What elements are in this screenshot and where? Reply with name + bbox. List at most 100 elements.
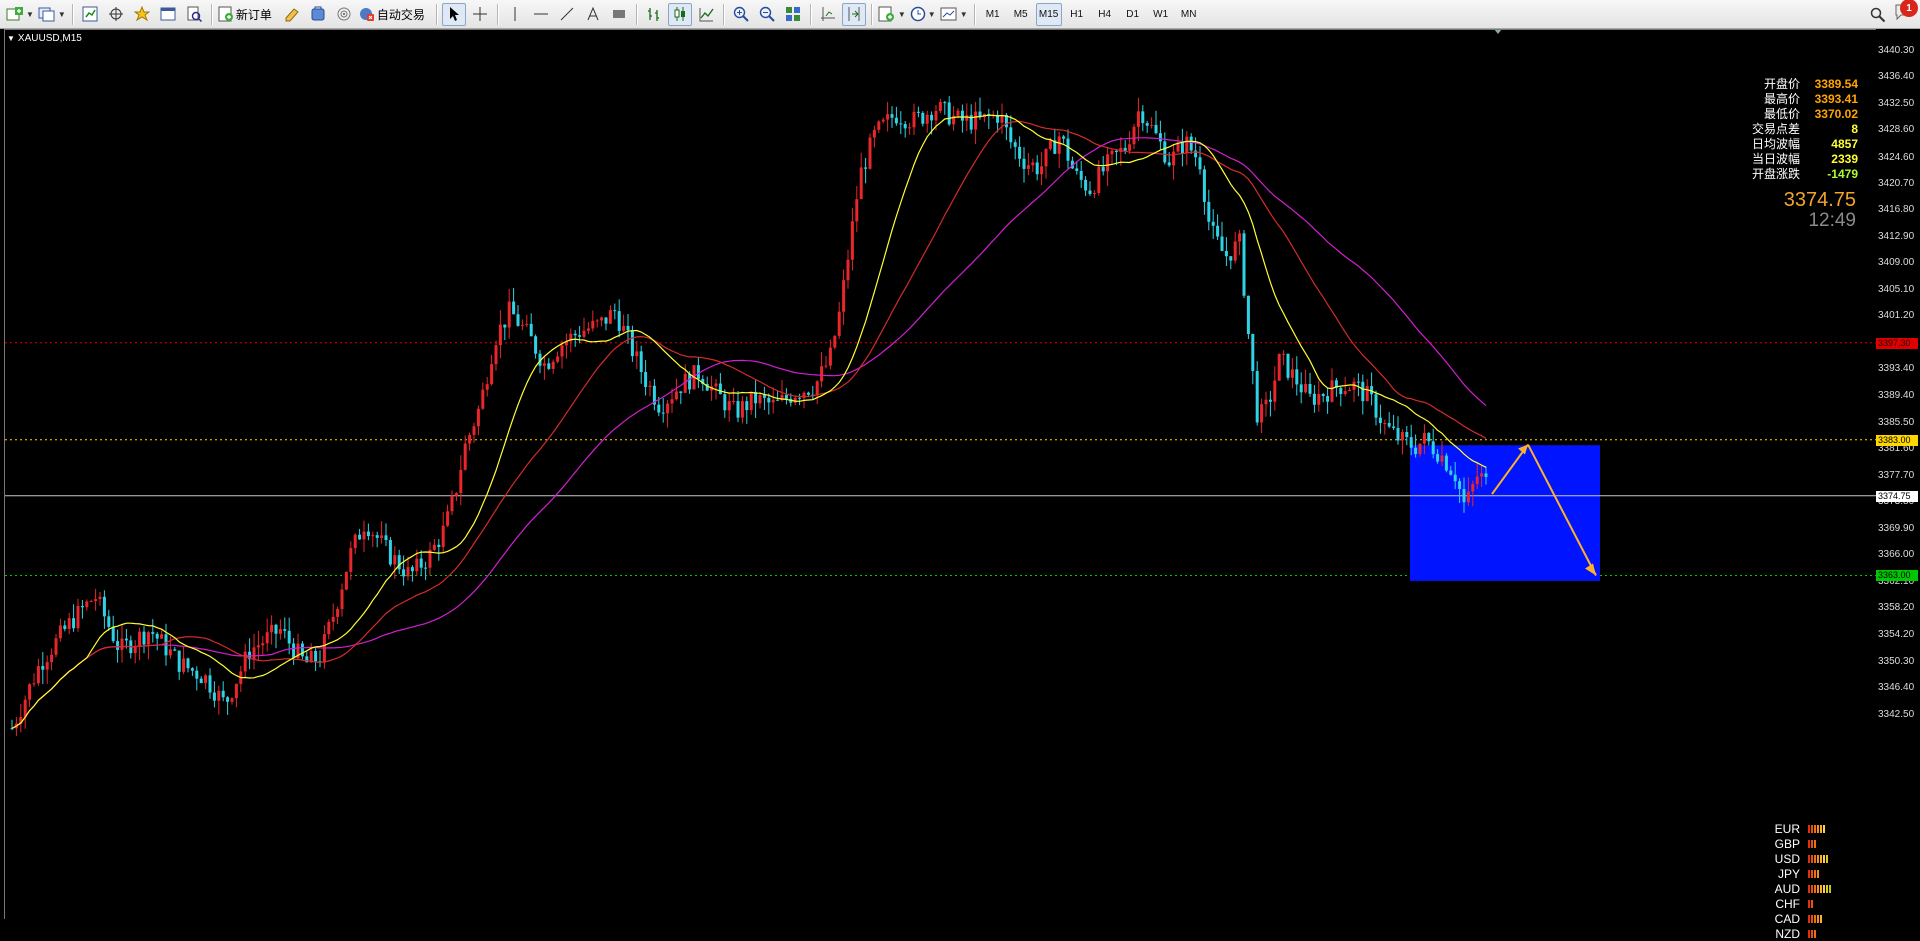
strength-bars xyxy=(1808,899,1813,908)
price-axis-label: 3412.90 xyxy=(1878,230,1915,242)
info-value: 3370.02 xyxy=(1814,107,1858,121)
timeframe-h1-button[interactable]: H1 xyxy=(1064,3,1090,26)
label-tool-button[interactable] xyxy=(607,3,631,26)
currency-strength-row: EUR xyxy=(1755,821,1875,836)
notifications-button[interactable]: 1 xyxy=(1894,0,1918,26)
bar-chart-icon xyxy=(647,8,659,21)
new-order-button[interactable]: 新订单 xyxy=(217,3,278,26)
price-axis-label: 3416.80 xyxy=(1878,204,1915,216)
signals-button[interactable] xyxy=(332,3,356,26)
new-chart-button[interactable]: ▼ xyxy=(5,3,35,26)
info-row: 当日波幅 2339 xyxy=(1738,152,1858,167)
terminal-window-icon xyxy=(160,7,176,21)
timeframe-m15-button[interactable]: M15 xyxy=(1035,2,1062,26)
text-a-icon xyxy=(587,6,599,21)
info-label: 当日波幅 xyxy=(1751,152,1800,166)
price-axis-label: 3369.90 xyxy=(1878,522,1915,534)
cursor-tool-button[interactable] xyxy=(441,2,466,26)
crosshair-tool-button[interactable] xyxy=(468,3,492,26)
periods-button[interactable]: ▼ xyxy=(909,3,937,26)
currency-code: JPY xyxy=(1777,866,1800,881)
info-label: 最高价 xyxy=(1763,92,1800,106)
timeframe-w1-button[interactable]: W1 xyxy=(1148,3,1174,26)
indicators-button[interactable]: ▼ xyxy=(877,3,907,26)
price-axis-label: 3432.50 xyxy=(1878,97,1915,109)
timeframe-bar: M1 M5 M15 H1 H4 D1 W1 MN xyxy=(979,2,1203,26)
toolbar-separator xyxy=(635,3,637,25)
horizontal-line-icon xyxy=(533,13,548,15)
metaeditor-button[interactable] xyxy=(280,3,304,26)
timeframe-mn-button[interactable]: MN xyxy=(1176,3,1202,26)
terminal-button[interactable] xyxy=(156,3,180,26)
chart-shift-icon xyxy=(820,7,835,21)
price-axis-label: 3405.10 xyxy=(1878,283,1915,295)
data-window-button[interactable] xyxy=(104,3,128,26)
auto-trading-label: 自动交易 xyxy=(376,7,425,22)
toolbar-right: 1 xyxy=(1870,0,1918,26)
currency-code: CHF xyxy=(1775,896,1800,911)
candlestick-chart-button[interactable] xyxy=(667,2,692,26)
metaeditor-icon xyxy=(285,8,299,22)
navigator-button[interactable] xyxy=(130,3,154,26)
strategy-tester-button[interactable] xyxy=(182,3,206,26)
currency-strength-row: JPY xyxy=(1755,866,1875,881)
strategy-tester-icon xyxy=(187,6,202,22)
timeframe-d1-button[interactable]: D1 xyxy=(1120,3,1146,26)
tile-windows-button[interactable] xyxy=(781,3,805,26)
price-axis-label: 3354.20 xyxy=(1878,629,1915,641)
trendline-tool-button[interactable] xyxy=(555,3,579,26)
timeframe-m5-button[interactable]: M5 xyxy=(1008,3,1034,26)
templates-button[interactable]: ▼ xyxy=(939,3,969,26)
strength-bars xyxy=(1808,824,1825,833)
market-watch-icon xyxy=(82,6,98,22)
line-chart-button[interactable] xyxy=(694,3,718,26)
currency-code: GBP xyxy=(1774,836,1800,851)
toolbar-separator xyxy=(496,3,498,25)
currency-code: USD xyxy=(1774,851,1800,866)
timeframe-h4-button[interactable]: H4 xyxy=(1092,3,1118,26)
info-value: 2339 xyxy=(1831,152,1858,166)
auto-trading-icon xyxy=(359,8,374,21)
strength-bars xyxy=(1808,839,1816,848)
toolbar-separator xyxy=(973,3,975,25)
market-icon xyxy=(311,6,325,21)
price-axis-label: 3385.50 xyxy=(1878,416,1915,428)
price-axis-label: 3424.60 xyxy=(1878,151,1915,163)
toolbar-separator xyxy=(210,3,212,25)
price-tag-resistance: 3397.30 xyxy=(1876,337,1918,349)
price-axis-label: 3401.20 xyxy=(1878,310,1915,322)
timeframe-m1-button[interactable]: M1 xyxy=(980,3,1006,26)
toolbar-separator xyxy=(722,3,724,25)
info-row: 日均波幅 4857 xyxy=(1738,137,1858,152)
zoom-in-icon xyxy=(733,6,749,22)
vertical-line-icon xyxy=(514,7,516,21)
auto-trading-button[interactable]: 自动交易 xyxy=(358,3,431,26)
plot-frame xyxy=(4,29,1876,919)
signals-icon xyxy=(337,7,351,21)
price-chart[interactable]: ▼ XAUUSD,M15 3440.30 3436.40 3432.50 3428.60… xyxy=(0,29,1920,941)
market-button[interactable] xyxy=(306,3,330,26)
vertical-line-tool-button[interactable] xyxy=(503,3,527,26)
info-row: 开盘涨跌 -1479 xyxy=(1738,167,1858,182)
market-watch-button[interactable] xyxy=(78,3,102,26)
horizontal-line-tool-button[interactable] xyxy=(529,3,553,26)
price-tag-current: 3374.75 xyxy=(1876,490,1918,502)
price-axis-label: 3358.20 xyxy=(1878,602,1915,614)
profiles-button[interactable]: ▼ xyxy=(37,3,67,26)
crosshair-move-icon xyxy=(108,7,123,21)
info-label: 开盘价 xyxy=(1763,77,1800,91)
zoom-out-button[interactable] xyxy=(755,3,779,26)
search-icon[interactable] xyxy=(1870,7,1886,23)
chart-shift-button[interactable] xyxy=(816,3,840,26)
zoom-out-icon xyxy=(759,6,775,22)
bar-chart-button[interactable] xyxy=(642,3,666,26)
info-panel: 开盘价 3389.54 最高价 3393.41 最低价 3370.02 交易点差 8 日均波幅 4… xyxy=(1738,77,1858,182)
auto-scroll-button[interactable] xyxy=(841,2,866,26)
text-tool-button[interactable] xyxy=(581,3,605,26)
currency-strength-row: NZD xyxy=(1755,926,1875,941)
strength-bars xyxy=(1808,929,1816,938)
currency-code: EUR xyxy=(1774,821,1800,836)
info-value: 3389.54 xyxy=(1814,77,1858,91)
strength-bars xyxy=(1808,869,1819,878)
zoom-in-button[interactable] xyxy=(729,3,753,26)
